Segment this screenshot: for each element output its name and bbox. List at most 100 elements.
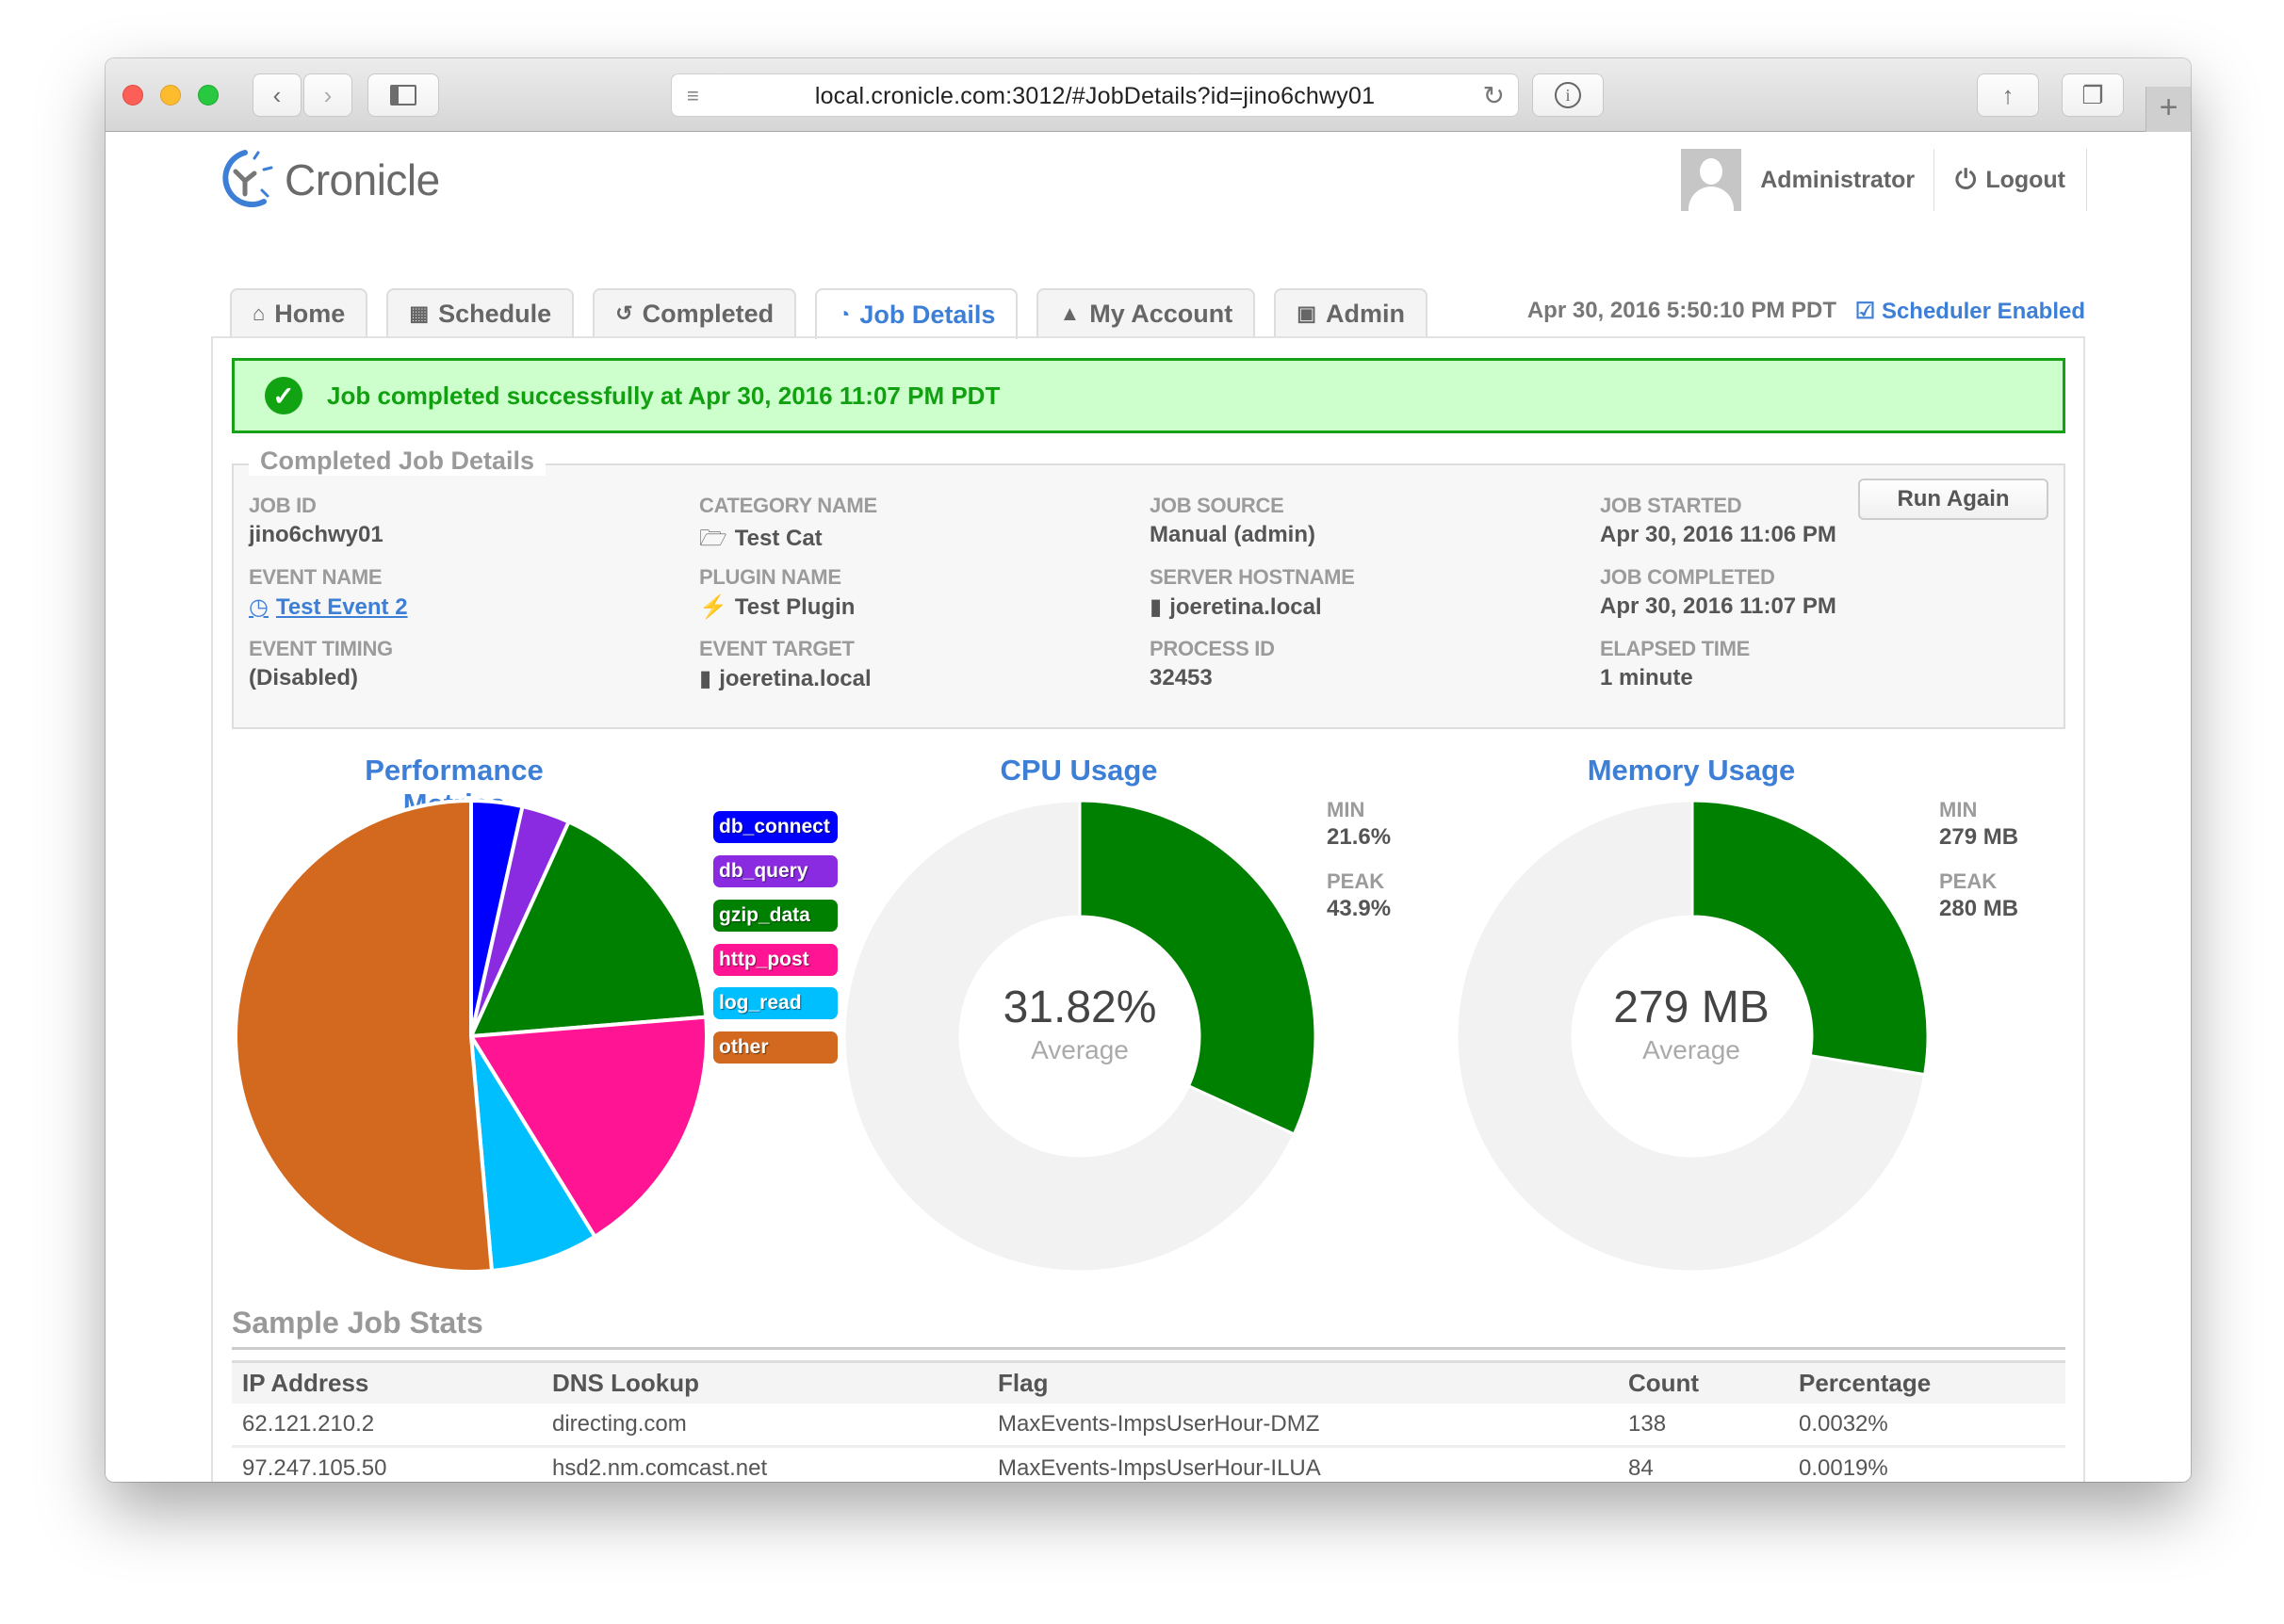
cell-dns: hsd2.nm.comcast.net — [542, 1446, 987, 1482]
legend-gzip-data[interactable]: gzip_data — [713, 900, 838, 932]
clock-icon: ◷ — [249, 594, 269, 620]
cell-count: 84 — [1618, 1446, 1788, 1482]
new-tab-button[interactable]: + — [2145, 87, 2191, 132]
cell-count: 138 — [1618, 1403, 1788, 1448]
legend-other[interactable]: other — [713, 1031, 838, 1064]
field-label: JOB COMPLETED — [1600, 565, 1775, 589]
tab-label: Home — [274, 299, 346, 328]
legend-db-query[interactable]: db_query — [713, 855, 838, 887]
pie-slice-other[interactable] — [234, 798, 495, 1274]
logout-button[interactable]: ⏻ Logout — [1934, 165, 2086, 196]
field-server-hostname: SERVER HOSTNAME ▮ joeretina.local — [1150, 565, 1355, 621]
field-event-target: EVENT TARGET ▮ joeretina.local — [699, 637, 872, 692]
field-label: CATEGORY NAME — [699, 494, 877, 517]
tab-my-account[interactable]: ▲ My Account — [1036, 288, 1256, 337]
history-icon: ↺ — [615, 301, 633, 325]
info-icon: i — [1555, 82, 1581, 108]
field-label: ELAPSED TIME — [1600, 637, 1750, 660]
field-label: JOB ID — [249, 494, 317, 517]
scheduler-toggle[interactable]: ☑ Scheduler Enabled — [1855, 298, 2085, 325]
tab-schedule[interactable]: ▦ Schedule — [386, 288, 575, 337]
logout-label: Logout — [1985, 166, 2065, 193]
field-event-timing: EVENT TIMING (Disabled) — [249, 637, 393, 691]
field-job-started: JOB STARTED Apr 30, 2016 11:06 PM — [1600, 494, 1836, 548]
field-value: joeretina.local — [1169, 594, 1322, 620]
folder-icon: 🗁 — [699, 526, 727, 551]
minimize-window-button[interactable] — [160, 85, 181, 106]
avatar[interactable] — [1681, 149, 1742, 211]
tab-job-details[interactable]: ◔ Job Details — [815, 288, 1019, 339]
server-clock: Apr 30, 2016 5:50:10 PM PDT — [1526, 298, 1836, 323]
stat-label: MIN — [1327, 798, 1365, 821]
user-name-link[interactable]: Administrator — [1760, 167, 1915, 194]
cell-ip: 97.247.105.50 — [232, 1446, 542, 1482]
tabs-overview-button[interactable]: ❐ — [2062, 73, 2124, 117]
memory-average-value: 279 MB — [1613, 983, 1770, 1032]
field-label: EVENT TIMING — [249, 637, 393, 660]
forward-button[interactable]: › — [303, 73, 352, 117]
page-content: Cronicle Administrator ⏻ Logout ⌂ Home ▦ S… — [106, 132, 2191, 1482]
field-category-name: CATEGORY NAME 🗁 Test Cat — [699, 494, 877, 560]
tabs-icon: ❐ — [2081, 80, 2104, 109]
field-job-id: JOB ID jino6chwy01 — [249, 494, 383, 548]
field-value: joeretina.local — [719, 666, 872, 691]
user-area: Administrator ⏻ Logout — [1681, 149, 2087, 211]
legend-db-connect[interactable]: db_connect — [713, 811, 838, 843]
cpu-donut-value-arc[interactable] — [1078, 799, 1317, 1136]
column-header: IP Address — [232, 1360, 542, 1404]
field-value: (Disabled) — [249, 665, 359, 690]
tab-label: Schedule — [438, 299, 552, 328]
stat-label: MIN — [1939, 798, 1978, 821]
site-info-button[interactable]: i — [1532, 73, 1604, 117]
cell-flag: MaxEvents-ImpsUserHour-ILUA — [987, 1446, 1618, 1482]
divider — [2086, 149, 2087, 211]
field-value: Manual (admin) — [1150, 522, 1316, 547]
event-name-link[interactable]: ◷ Test Event 2 — [249, 593, 408, 621]
zoom-window-button[interactable] — [198, 85, 219, 106]
server-icon: ▮ — [699, 666, 712, 691]
field-elapsed-time: ELAPSED TIME 1 minute — [1600, 637, 1750, 691]
sidebar-toggle-button[interactable] — [367, 73, 439, 117]
close-window-button[interactable] — [122, 85, 143, 106]
share-icon: ↑ — [2001, 80, 2015, 109]
tab-admin[interactable]: ▣ Admin — [1274, 288, 1428, 337]
cronicle-clock-icon — [222, 150, 273, 208]
field-value: jino6chwy01 — [249, 522, 383, 547]
field-process-id: PROCESS ID 32453 — [1150, 637, 1275, 691]
completed-job-details: Completed Job Details JOB ID jino6chwy01… — [232, 447, 2065, 729]
legend-log-read[interactable]: log_read — [713, 987, 838, 1019]
banner-message: Job completed successfully at Apr 30, 20… — [327, 381, 1001, 410]
field-label: PLUGIN NAME — [699, 565, 841, 589]
back-button[interactable]: ‹ — [253, 73, 302, 117]
tab-underline — [211, 336, 2085, 338]
field-label: JOB STARTED — [1600, 494, 1742, 517]
app-name: Cronicle — [285, 155, 440, 204]
field-job-completed: JOB COMPLETED Apr 30, 2016 11:07 PM — [1600, 565, 1836, 620]
browser-toolbar: ‹ › ≡ local.cronicle.com:3012/#JobDetail… — [106, 58, 2191, 132]
column-header: Count — [1618, 1360, 1788, 1404]
home-icon: ⌂ — [253, 301, 266, 325]
address-bar[interactable]: ≡ local.cronicle.com:3012/#JobDetails?id… — [671, 73, 1519, 117]
app-logo[interactable]: Cronicle — [217, 149, 440, 211]
field-label: SERVER HOSTNAME — [1150, 565, 1355, 589]
field-value: Test Plugin — [734, 594, 856, 620]
check-circle-icon: ✓ — [265, 377, 302, 414]
run-again-button[interactable]: Run Again — [1858, 479, 2048, 520]
power-icon: ⏻ — [1955, 164, 1977, 194]
column-header: DNS Lookup — [542, 1360, 987, 1404]
column-header: Flag — [987, 1360, 1618, 1404]
memory-average-label: Average — [1642, 1035, 1740, 1064]
tab-home[interactable]: ⌂ Home — [230, 288, 368, 337]
legend-http-post[interactable]: http_post — [713, 944, 838, 976]
cpu-average-label: Average — [1031, 1035, 1129, 1064]
tab-completed[interactable]: ↺ Completed — [593, 288, 797, 337]
field-value: Test Cat — [734, 526, 823, 551]
stat-label: PEAK — [1939, 869, 1998, 893]
cpu-chart-title: CPU Usage — [1000, 754, 1158, 787]
share-button[interactable]: ↑ — [1977, 73, 2039, 117]
tab-label: My Account — [1089, 299, 1233, 328]
reload-icon[interactable]: ↻ — [1483, 80, 1505, 111]
cpu-peak: PEAK 43.9% — [1327, 869, 1391, 922]
lock-icon: ▣ — [1297, 301, 1317, 325]
chevron-left-icon: ‹ — [272, 80, 282, 109]
